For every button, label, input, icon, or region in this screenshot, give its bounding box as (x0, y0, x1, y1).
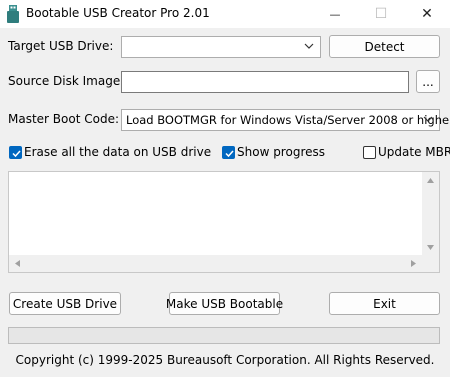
chevron-down-icon (423, 116, 433, 122)
minimize-button[interactable]: — (312, 0, 358, 28)
browse-button[interactable]: ... (416, 70, 440, 93)
title-bar: Bootable USB Creator Pro 2.01 — ☐ ✕ (0, 0, 450, 28)
target-usb-dropdown[interactable] (121, 36, 321, 58)
log-textarea[interactable] (8, 171, 440, 273)
source-image-input[interactable] (121, 71, 409, 93)
update-mbr-checkbox[interactable] (363, 146, 376, 159)
checkmark-icon (12, 150, 21, 158)
copyright-text: Copyright (c) 1999-2025 Bureausoft Corpo… (15, 353, 435, 367)
erase-data-label[interactable]: Erase all the data on USB drive (24, 145, 211, 159)
vertical-scrollbar[interactable] (422, 172, 439, 256)
exit-button[interactable]: Exit (329, 292, 440, 315)
detect-button-label: Detect (364, 39, 405, 54)
scroll-down-icon[interactable] (426, 244, 435, 251)
window-title: Bootable USB Creator Pro 2.01 (26, 6, 210, 20)
boot-code-dropdown[interactable]: Load BOOTMGR for Windows Vista/Server 20… (121, 109, 450, 131)
create-usb-drive-button[interactable]: Create USB Drive (9, 292, 121, 315)
detect-button[interactable]: Detect (329, 35, 440, 58)
scrollbar-corner (422, 255, 439, 272)
boot-code-value: Load BOOTMGR for Windows Vista/Server 20… (126, 113, 450, 127)
close-button[interactable]: ✕ (404, 0, 450, 28)
erase-data-checkbox[interactable] (9, 146, 22, 159)
scroll-right-icon[interactable] (410, 259, 417, 268)
maximize-button[interactable]: ☐ (358, 0, 404, 28)
target-usb-label: Target USB Drive: (8, 39, 114, 53)
horizontal-scrollbar[interactable] (9, 255, 422, 272)
make-usb-bootable-button[interactable]: Make USB Bootable (165, 292, 284, 315)
scroll-up-icon[interactable] (426, 177, 435, 184)
make-usb-bootable-label: Make USB Bootable (165, 296, 284, 311)
checkmark-icon (225, 150, 234, 158)
usb-drive-icon (7, 5, 19, 23)
maximize-icon: ☐ (374, 6, 388, 22)
show-progress-checkbox[interactable] (222, 146, 235, 159)
show-progress-label[interactable]: Show progress (237, 145, 325, 159)
browse-button-label: ... (422, 74, 434, 89)
progress-bar (8, 327, 440, 344)
scroll-left-icon[interactable] (14, 259, 21, 268)
update-mbr-label[interactable]: Update MBR (378, 145, 450, 159)
close-icon: ✕ (421, 6, 433, 22)
boot-code-label: Master Boot Code: (8, 112, 119, 126)
chevron-down-icon (304, 43, 314, 49)
exit-button-label: Exit (373, 296, 396, 311)
minimize-icon: — (329, 7, 341, 21)
source-image-label: Source Disk Image: (8, 74, 125, 88)
create-usb-drive-label: Create USB Drive (12, 296, 118, 311)
